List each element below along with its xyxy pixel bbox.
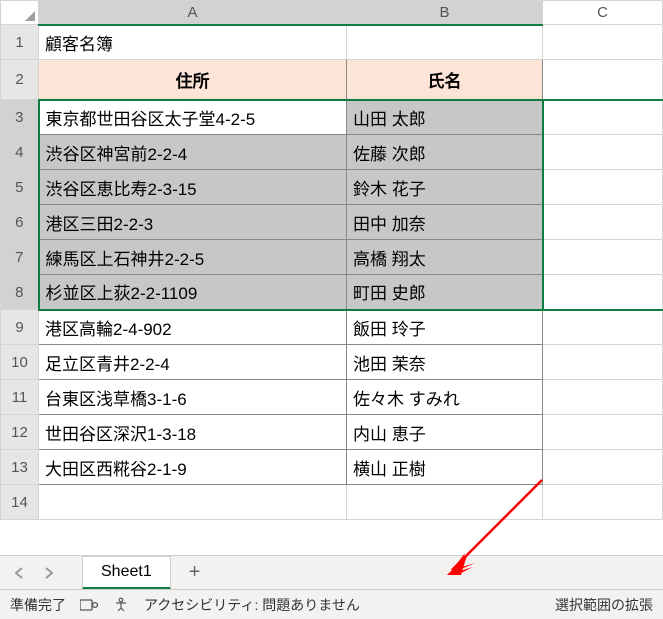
cell-a4[interactable]: 渋谷区神宮前2-2-4 (39, 135, 347, 170)
prev-sheet-button[interactable] (8, 562, 30, 584)
cell-a9[interactable]: 港区高輪2-4-902 (39, 310, 347, 345)
add-sheet-button[interactable]: + (179, 561, 211, 584)
row-header-11[interactable]: 11 (1, 380, 39, 415)
row-header-5[interactable]: 5 (1, 170, 39, 205)
cell-c14[interactable] (543, 485, 663, 520)
col-header-a[interactable]: A (39, 1, 347, 25)
status-bar: 準備完了 アクセシビリティ: 問題ありません 選択範囲の拡張 (0, 589, 663, 619)
cell-b4[interactable]: 佐藤 次郎 (347, 135, 543, 170)
cell-c3[interactable] (543, 100, 663, 135)
spreadsheet-grid[interactable]: A B C 1 顧客名簿 2 住所 氏名 3 東京都世田谷区太子堂4-2-5 山… (0, 0, 663, 520)
cell-c13[interactable] (543, 450, 663, 485)
cell-b7[interactable]: 高橋 翔太 (347, 240, 543, 275)
chevron-right-icon (44, 567, 54, 579)
row-header-4[interactable]: 4 (1, 135, 39, 170)
cell-a6[interactable]: 港区三田2-2-3 (39, 205, 347, 240)
row-header-6[interactable]: 6 (1, 205, 39, 240)
cell-a12[interactable]: 世田谷区深沢1-3-18 (39, 415, 347, 450)
row-header-10[interactable]: 10 (1, 345, 39, 380)
status-accessibility: アクセシビリティ: 問題ありません (144, 595, 360, 615)
cell-c11[interactable] (543, 380, 663, 415)
cell-b14[interactable] (347, 485, 543, 520)
row-header-14[interactable]: 14 (1, 485, 39, 520)
row-header-8[interactable]: 8 (1, 275, 39, 310)
row-header-1[interactable]: 1 (1, 25, 39, 60)
row-header-12[interactable]: 12 (1, 415, 39, 450)
accessibility-icon[interactable] (112, 596, 130, 614)
cell-a13[interactable]: 大田区西糀谷2-1-9 (39, 450, 347, 485)
cell-b5[interactable]: 鈴木 花子 (347, 170, 543, 205)
cell-b12[interactable]: 内山 恵子 (347, 415, 543, 450)
row-header-3[interactable]: 3 (1, 100, 39, 135)
cell-b3[interactable]: 山田 太郎 (347, 100, 543, 135)
cell-a1[interactable]: 顧客名簿 (39, 25, 347, 60)
cell-b8[interactable]: 町田 史郎 (347, 275, 543, 310)
cell-b13[interactable]: 横山 正樹 (347, 450, 543, 485)
cell-c10[interactable] (543, 345, 663, 380)
cell-c4[interactable] (543, 135, 663, 170)
sheet-tab-active[interactable]: Sheet1 (82, 556, 171, 590)
macro-record-icon[interactable] (80, 596, 98, 614)
col-header-b[interactable]: B (347, 1, 543, 25)
row-header-2[interactable]: 2 (1, 60, 39, 100)
cell-a5[interactable]: 渋谷区恵比寿2-3-15 (39, 170, 347, 205)
cell-a8[interactable]: 杉並区上荻2-2-1109 (39, 275, 347, 310)
cell-a11[interactable]: 台東区浅草橋3-1-6 (39, 380, 347, 415)
cell-b1[interactable] (347, 25, 543, 60)
status-extend-selection: 選択範囲の拡張 (555, 595, 653, 615)
cell-b10[interactable]: 池田 茉奈 (347, 345, 543, 380)
cell-a14[interactable] (39, 485, 347, 520)
cell-c7[interactable] (543, 240, 663, 275)
col-header-c[interactable]: C (543, 1, 663, 25)
cell-b6[interactable]: 田中 加奈 (347, 205, 543, 240)
cell-c1[interactable] (543, 25, 663, 60)
row-header-13[interactable]: 13 (1, 450, 39, 485)
cell-b11[interactable]: 佐々木 すみれ (347, 380, 543, 415)
header-name[interactable]: 氏名 (347, 60, 543, 100)
cell-c12[interactable] (543, 415, 663, 450)
cell-b9[interactable]: 飯田 玲子 (347, 310, 543, 345)
row-header-7[interactable]: 7 (1, 240, 39, 275)
select-all-corner[interactable] (1, 1, 39, 25)
sheet-tab-bar: Sheet1 + (0, 555, 663, 589)
next-sheet-button[interactable] (38, 562, 60, 584)
header-address[interactable]: 住所 (39, 60, 347, 100)
cell-c6[interactable] (543, 205, 663, 240)
cell-a10[interactable]: 足立区青井2-2-4 (39, 345, 347, 380)
cell-c2[interactable] (543, 60, 663, 100)
cell-c8[interactable] (543, 275, 663, 310)
cell-a7[interactable]: 練馬区上石神井2-2-5 (39, 240, 347, 275)
cell-c5[interactable] (543, 170, 663, 205)
status-ready: 準備完了 (10, 595, 66, 615)
chevron-left-icon (14, 567, 24, 579)
row-header-9[interactable]: 9 (1, 310, 39, 345)
cell-c9[interactable] (543, 310, 663, 345)
cell-a3[interactable]: 東京都世田谷区太子堂4-2-5 (39, 100, 347, 135)
